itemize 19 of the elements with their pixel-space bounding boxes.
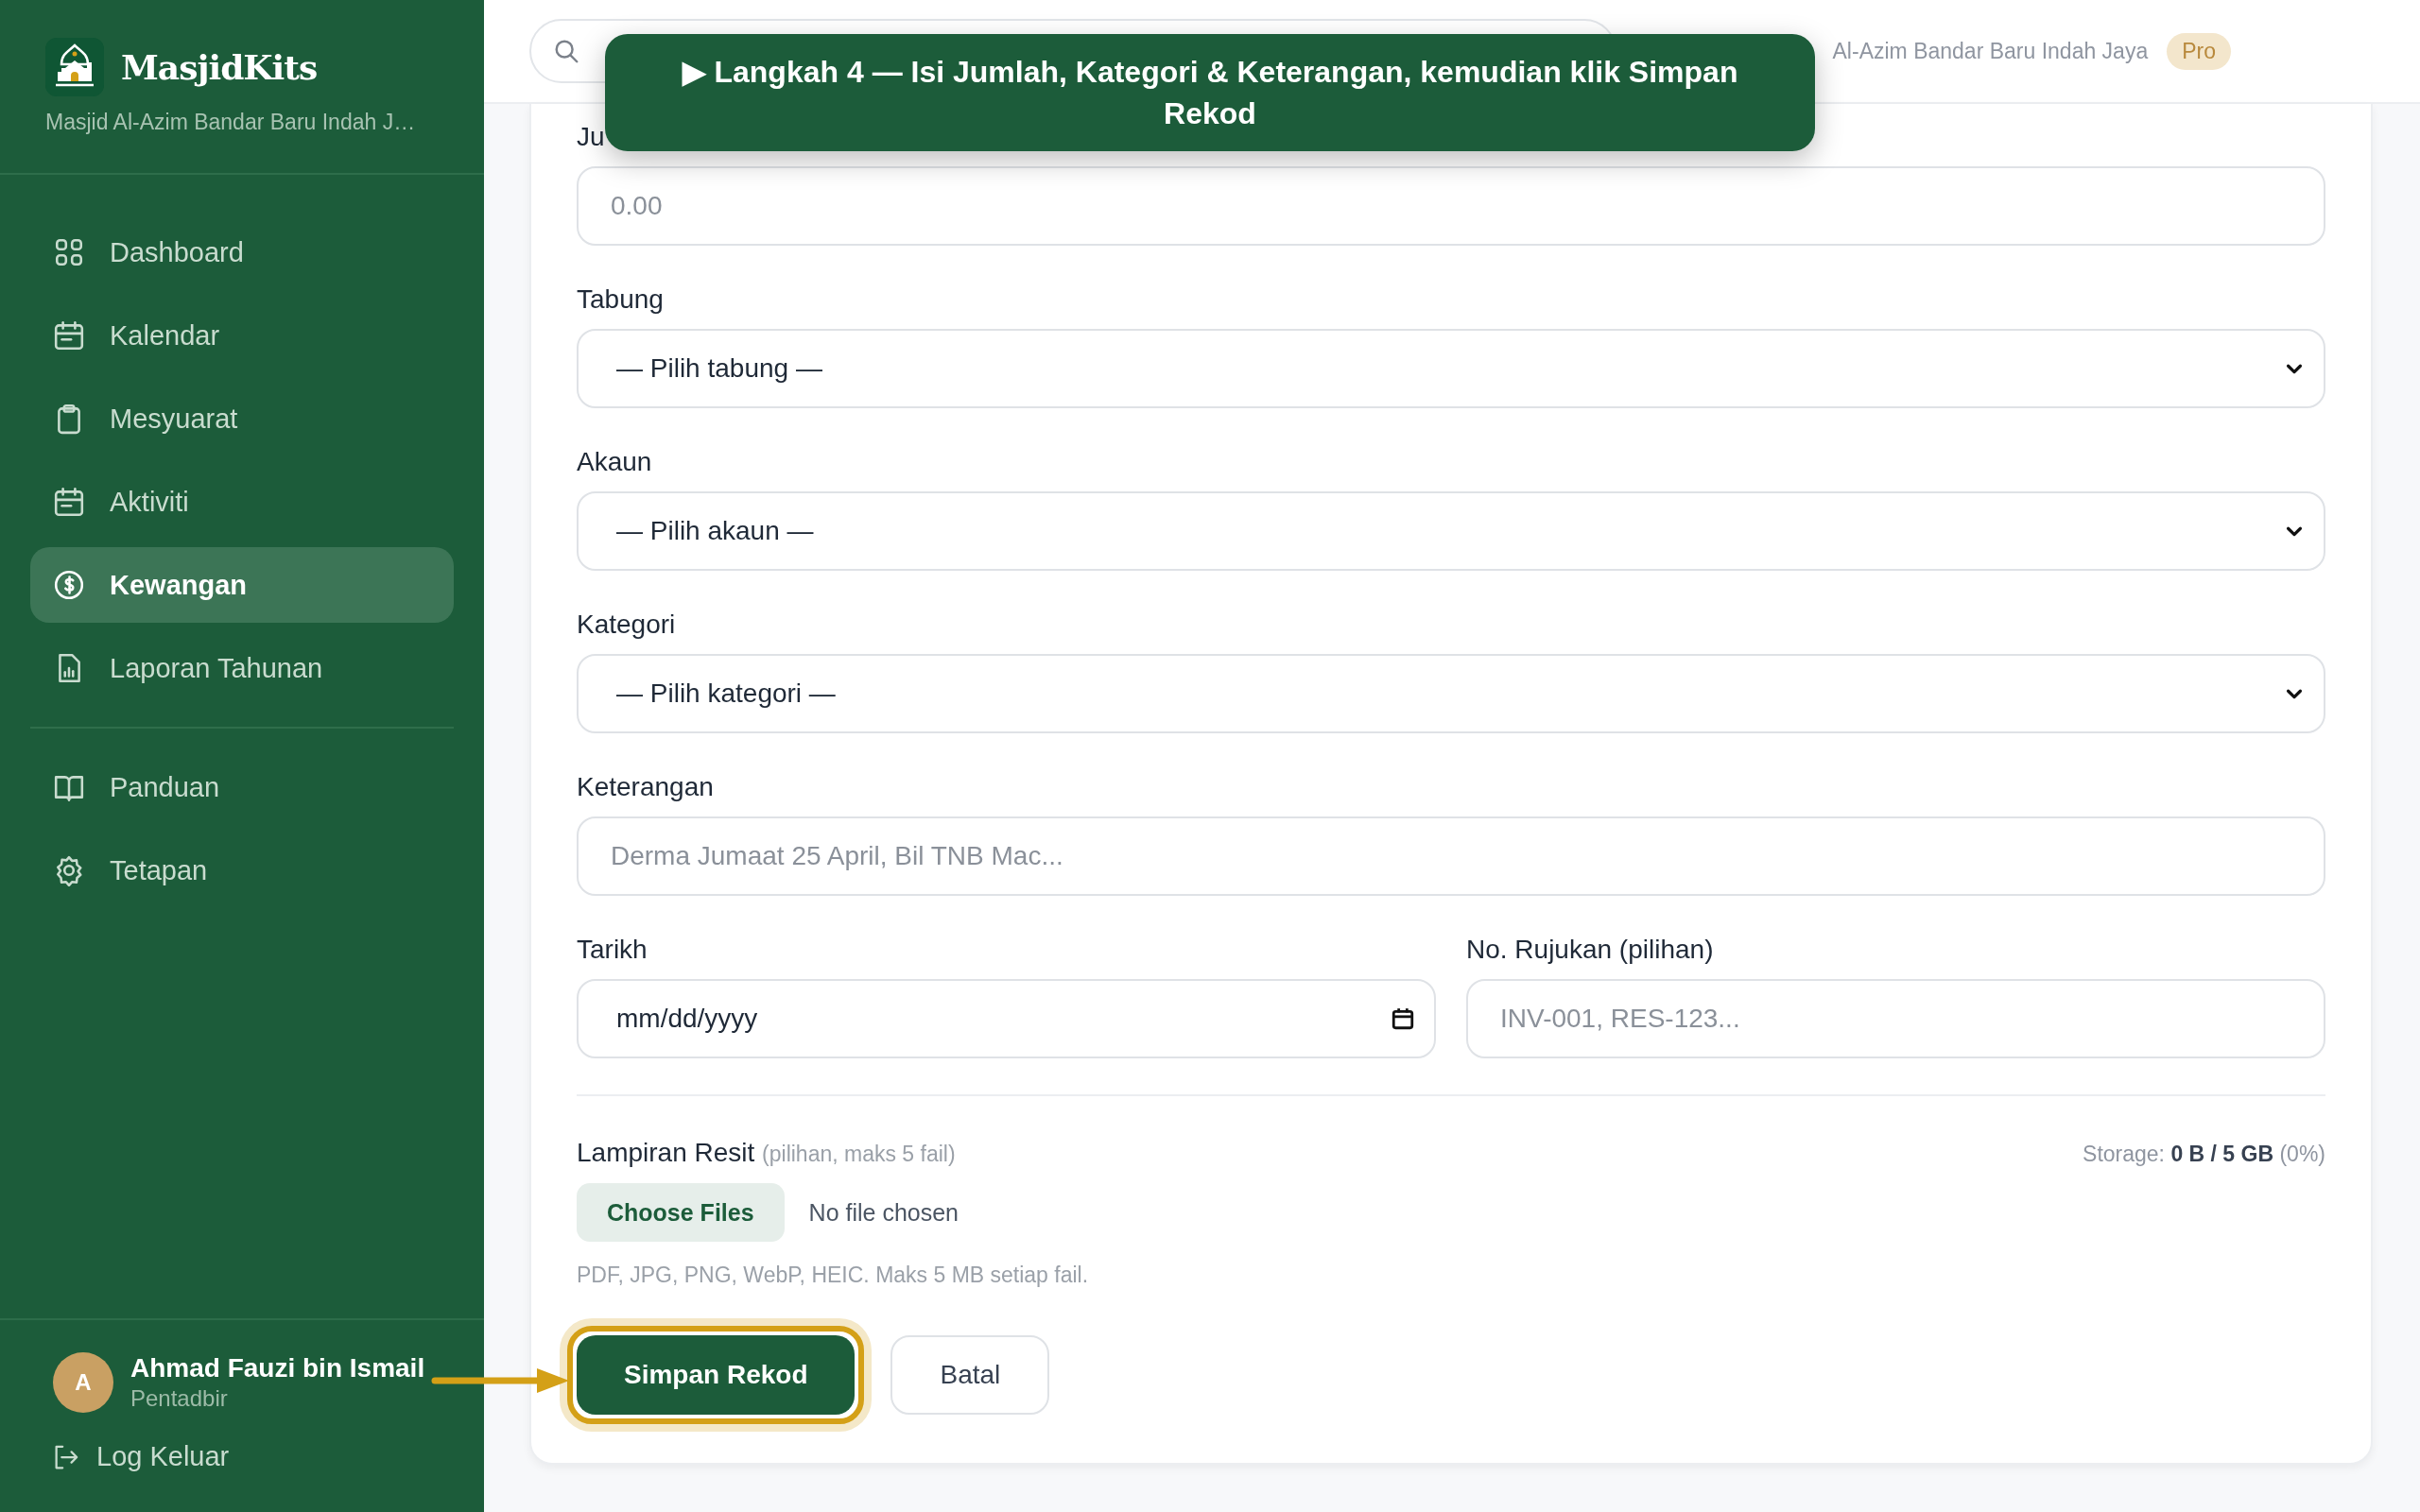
user-name: Ahmad Fauzi bin Ismail <box>130 1353 425 1383</box>
attachment-label: Lampiran Resit (pilihan, maks 5 fail) <box>577 1138 956 1168</box>
user-role: Pentadbir <box>130 1385 229 1412</box>
field-label: Keterangan <box>577 771 715 803</box>
storage-usage: Storage: 0 B / 5 GB (0%) <box>2083 1142 2325 1167</box>
masjid-name: Masjid Al-Azim Bandar Baru Indah J… <box>45 110 417 135</box>
masjid-name: Al-Azim Bandar Baru Indah Jaya <box>1832 38 2149 64</box>
file-format-hint: PDF, JPG, PNG, WebP, HEIC. Maks 5 MB setiap fail. <box>577 1263 1090 1288</box>
field-label: Kategori <box>577 609 677 641</box>
step-tooltip: ▶ Langkah 4 — Isi Jumlah, Kategori & Keterangan, kemudian klik Simpan Rekod <box>605 34 1815 151</box>
field-label: Tarikh <box>577 934 648 966</box>
field-label: Akaun <box>577 446 653 478</box>
app-name: MasjidKits <box>121 47 318 87</box>
user-avatar: A <box>53 1352 113 1413</box>
field-label: Tabung <box>577 284 665 316</box>
file-status: No file chosen <box>808 1198 959 1227</box>
field-label: No. Rujukan (pilihan) <box>1466 934 1715 966</box>
plan-badge: Pro <box>2167 32 2231 70</box>
field-label: Ju <box>577 121 606 153</box>
